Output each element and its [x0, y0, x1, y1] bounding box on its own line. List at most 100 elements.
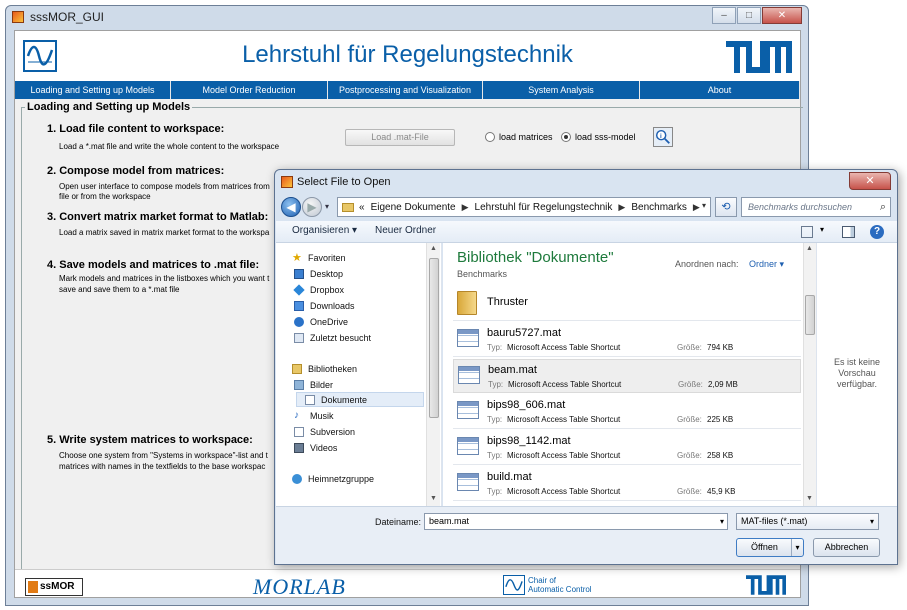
- back-arrow-icon[interactable]: ◀: [281, 197, 301, 217]
- minimize-button[interactable]: –: [712, 7, 736, 24]
- maximize-button[interactable]: □: [737, 7, 761, 24]
- view-mode-icon[interactable]: [801, 226, 813, 238]
- nav-subversion[interactable]: Subversion: [294, 424, 355, 439]
- help-icon[interactable]: ?: [870, 225, 884, 239]
- magnifier-info-icon: i: [655, 129, 670, 144]
- size-label: Größe:: [677, 487, 702, 496]
- search-icon[interactable]: ⌕: [880, 198, 886, 216]
- music-icon: ♪: [294, 409, 299, 421]
- nav-dropbox[interactable]: Dropbox: [293, 282, 345, 297]
- nav-pictures[interactable]: Bilder: [294, 377, 333, 392]
- step5-title: 5. Write system matrices to workspace:: [47, 434, 253, 446]
- step4-desc-2: save and save them to a *.mat file: [59, 285, 180, 294]
- file-list-pane: Bibliothek "Dokumente" Benchmarks Anordn…: [443, 243, 816, 506]
- chevron-right-icon[interactable]: ▶: [462, 202, 469, 213]
- dialog-title: Select File to Open: [297, 176, 391, 188]
- file-row[interactable]: bips98_606.mat Typ: Microsoft Access Tab…: [453, 395, 801, 429]
- nav-videos[interactable]: Videos: [294, 440, 337, 455]
- radio-load-sss-label: load sss-model: [575, 132, 636, 142]
- step2-desc-2: file or from the workspace: [59, 192, 151, 201]
- nav-desktop[interactable]: Desktop: [294, 266, 343, 281]
- header: Lehrstuhl für Regelungstechnik: [15, 31, 800, 81]
- chevron-right-icon[interactable]: ▶: [618, 202, 625, 213]
- filename-input[interactable]: beam.mat ▾: [424, 513, 728, 530]
- filename-value: beam.mat: [429, 516, 470, 526]
- file-name: build.mat: [487, 471, 532, 483]
- file-type-filter[interactable]: MAT-files (*.mat) ▾: [736, 513, 879, 530]
- search-input[interactable]: Benchmarks durchsuchen ⌕: [741, 197, 891, 217]
- crumb-benchmarks[interactable]: Benchmarks: [631, 202, 687, 213]
- view-dropdown-icon[interactable]: ▾: [820, 225, 824, 234]
- menu-loading[interactable]: Loading and Setting up Models: [15, 81, 171, 99]
- chair-logo-icon: [503, 575, 525, 595]
- chevron-right-icon[interactable]: ▶: [693, 202, 700, 213]
- nav-scroll-thumb[interactable]: [429, 258, 439, 418]
- nav-music[interactable]: ♪ Musik: [294, 408, 334, 423]
- radio-dot-selected: [561, 132, 571, 142]
- nav-dropbox-label: Dropbox: [310, 284, 345, 295]
- nav-onedrive[interactable]: OneDrive: [294, 314, 348, 329]
- scroll-up-icon[interactable]: ▲: [430, 245, 437, 252]
- info-button[interactable]: i: [653, 127, 673, 147]
- folder-row[interactable]: Thruster: [453, 287, 801, 321]
- crumb-lehrstuhl[interactable]: Lehrstuhl für Regelungstechnik: [475, 202, 613, 213]
- new-folder-button[interactable]: Neuer Ordner: [375, 225, 436, 236]
- file-open-dialog: Select File to Open ✕ ◀ ▶ ▾ « Eigene Dok…: [274, 169, 898, 565]
- size-label: Größe:: [677, 451, 702, 460]
- load-mat-file-button[interactable]: Load .mat-File: [345, 129, 455, 146]
- organize-button[interactable]: Organisieren ▾: [292, 225, 357, 236]
- history-dropdown-icon[interactable]: ▾: [325, 202, 333, 212]
- file-row[interactable]: bips98_1142.mat Typ: Microsoft Access Ta…: [453, 431, 801, 465]
- radio-load-sss-model[interactable]: load sss-model: [561, 132, 636, 142]
- nav-downloads[interactable]: Downloads: [294, 298, 355, 313]
- nav-scrollbar[interactable]: ▲ ▼: [426, 243, 440, 506]
- chair-line2: Automatic Control: [528, 585, 592, 594]
- scroll-up-icon[interactable]: ▲: [806, 245, 813, 252]
- nav-favorites[interactable]: ★ Favoriten: [292, 250, 346, 265]
- close-button[interactable]: ✕: [762, 7, 802, 24]
- open-button[interactable]: Öffnen ▾: [736, 538, 804, 557]
- type-label: Typ:: [487, 343, 503, 352]
- menu-postprocessing[interactable]: Postprocessing and Visualization: [328, 81, 483, 99]
- nav-homegroup[interactable]: Heimnetzgruppe: [292, 471, 374, 486]
- scroll-down-icon[interactable]: ▼: [806, 495, 813, 502]
- nav-libraries[interactable]: Bibliotheken: [292, 361, 357, 376]
- nav-recent[interactable]: Zuletzt besucht: [294, 330, 371, 345]
- search-placeholder: Benchmarks durchsuchen: [748, 202, 853, 212]
- address-bar[interactable]: « Eigene Dokumente ▶ Lehrstuhl für Regel…: [337, 197, 711, 217]
- file-row-selected[interactable]: beam.mat Typ: Microsoft Access Table Sho…: [453, 359, 801, 393]
- cancel-button[interactable]: Abbrechen: [813, 538, 880, 557]
- address-dropdown-icon[interactable]: ▾: [702, 201, 706, 210]
- nav-documents[interactable]: Dokumente: [296, 392, 424, 407]
- file-name: bips98_606.mat: [487, 399, 566, 411]
- address-prefix[interactable]: «: [359, 202, 365, 213]
- file-size: 258 KB: [707, 451, 734, 460]
- radio-load-matrices[interactable]: load matrices: [485, 132, 553, 142]
- dialog-toolbar: Organisieren ▾ Neuer Ordner ▾ ?: [276, 221, 897, 243]
- radio-load-matrices-label: load matrices: [499, 132, 553, 142]
- arrange-by-dropdown[interactable]: Ordner ▾: [749, 259, 784, 270]
- refresh-icon[interactable]: ⟲: [715, 197, 737, 217]
- filename-dropdown-icon[interactable]: ▾: [720, 514, 724, 529]
- nav-subversion-label: Subversion: [310, 426, 356, 437]
- forward-arrow-icon[interactable]: ▶: [302, 197, 322, 217]
- preview-pane-icon[interactable]: [842, 226, 855, 238]
- menu-system-analysis[interactable]: System Analysis: [483, 81, 640, 99]
- file-size: 2,09 MB: [708, 380, 738, 389]
- step2-title: 2. Compose model from matrices:: [47, 165, 225, 177]
- file-row[interactable]: bauru5727.mat Typ: Microsoft Access Tabl…: [453, 323, 801, 357]
- file-row[interactable]: build.mat Typ: Microsoft Access Table Sh…: [453, 467, 801, 501]
- open-split-dropdown-icon[interactable]: ▾: [791, 539, 803, 556]
- crumb-eigene-dokumente[interactable]: Eigene Dokumente: [371, 202, 456, 213]
- scroll-down-icon[interactable]: ▼: [430, 495, 437, 502]
- open-button-label: Öffnen: [751, 542, 778, 552]
- dialog-close-button[interactable]: ✕: [849, 172, 891, 190]
- filter-dropdown-icon[interactable]: ▾: [870, 514, 874, 529]
- file-name: beam.mat: [488, 364, 537, 376]
- file-scroll-thumb[interactable]: [805, 295, 815, 335]
- menu-about[interactable]: About: [640, 81, 800, 99]
- sss-mark-icon: [28, 581, 38, 593]
- file-list-scrollbar[interactable]: ▲ ▼: [803, 243, 816, 506]
- menu-model-order-reduction[interactable]: Model Order Reduction: [171, 81, 328, 99]
- documents-icon: [305, 394, 315, 405]
